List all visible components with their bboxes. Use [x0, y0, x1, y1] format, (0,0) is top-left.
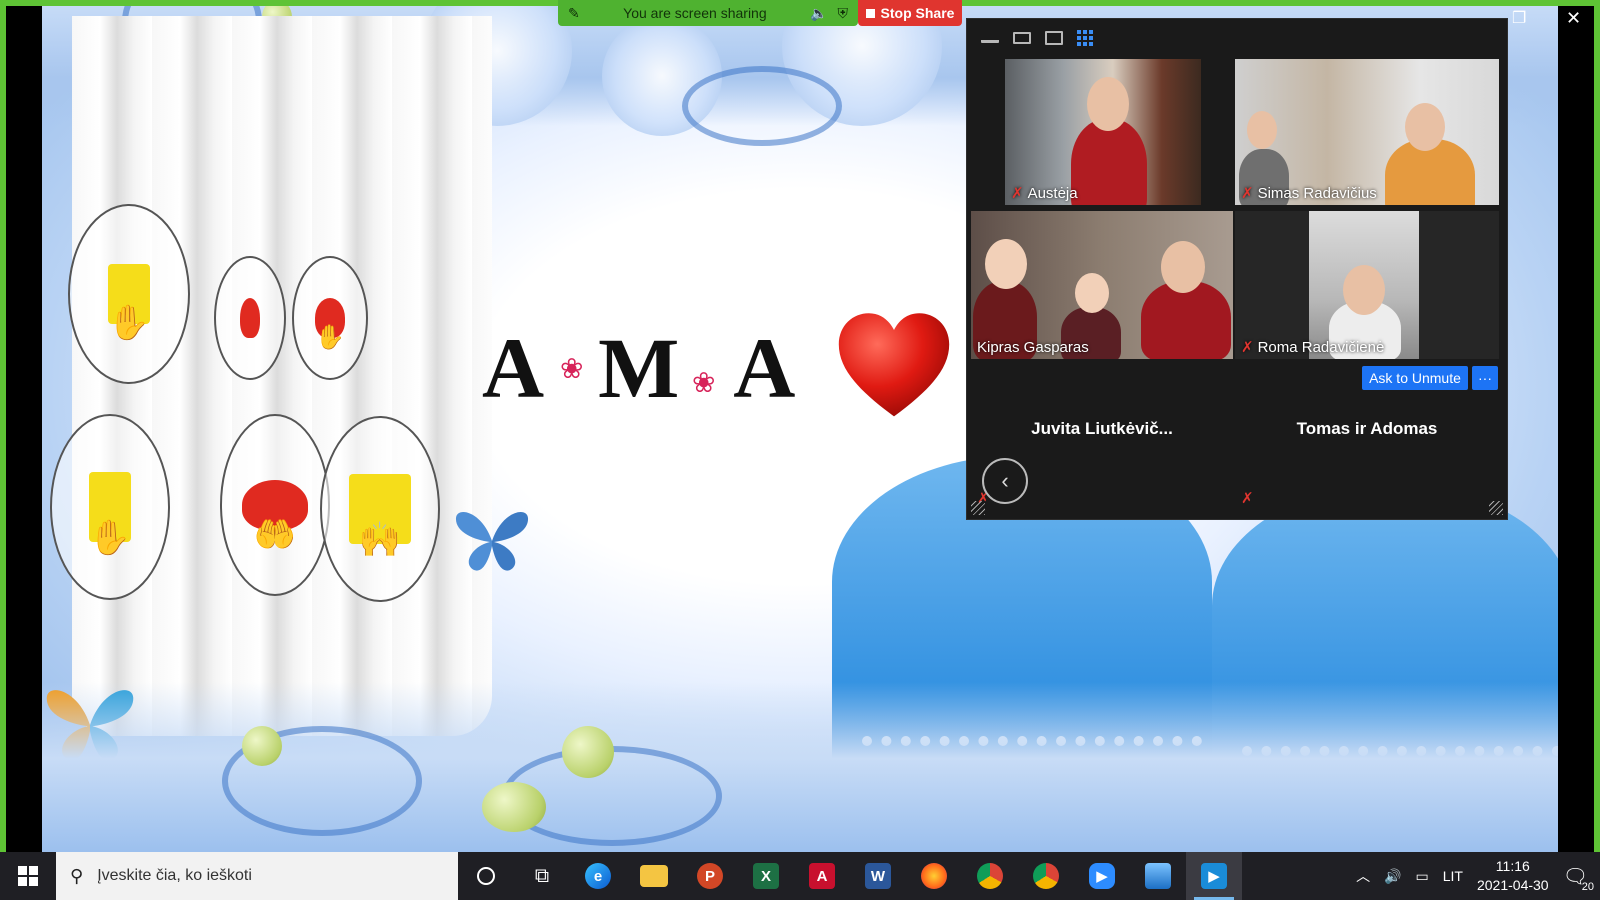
photos-icon[interactable] [1130, 852, 1186, 900]
participant-name: Juvita Liutkėvič... [1031, 419, 1173, 438]
zoom-icon[interactable]: ▶ [1074, 852, 1130, 900]
stop-share-button[interactable]: Stop Share [858, 0, 962, 26]
participant-name: ✗ Austėja [1011, 184, 1078, 203]
task-view-icon[interactable]: ⧉ [514, 852, 570, 900]
powerpoint-icon[interactable]: P [682, 852, 738, 900]
edge-icon[interactable]: e [570, 852, 626, 900]
chrome-icon[interactable] [962, 852, 1018, 900]
clock[interactable]: 11:16 2021-04-30 [1477, 857, 1549, 895]
speaker-view-icon[interactable] [1013, 32, 1031, 44]
resize-handle[interactable] [971, 501, 985, 515]
chevron-left-icon: ‹ [1001, 468, 1009, 493]
search-placeholder: Įveskite čia, ko ieškoti [97, 867, 252, 884]
search-icon: ⚲ [70, 865, 84, 886]
participant-body [1071, 119, 1147, 205]
word-icon[interactable]: W [850, 852, 906, 900]
windows-taskbar: ⚲ Įveskite čia, ko ieškoti ⧉ e P X A W ▶… [0, 852, 1600, 900]
mic-muted-icon: ✗ [1241, 185, 1254, 202]
participant-name: Tomas ir Adomas [1296, 419, 1438, 438]
participant-face [1087, 77, 1129, 131]
more-options-button[interactable]: ··· [1472, 366, 1498, 390]
excel-icon[interactable]: X [738, 852, 794, 900]
file-explorer-icon[interactable] [626, 852, 682, 900]
windows-logo-icon [18, 866, 38, 886]
participant-tile[interactable]: ✗ Austėja [1005, 59, 1201, 205]
participant-name: Kipras Gasparas [977, 339, 1089, 356]
language-indicator[interactable]: LIT [1443, 868, 1463, 884]
participant-tile[interactable]: ✗ Simas Radavičius [1235, 59, 1499, 205]
firefox-icon[interactable] [906, 852, 962, 900]
ask-to-unmute-button[interactable]: Ask to Unmute [1362, 366, 1468, 390]
minimize-video-icon[interactable] [981, 33, 999, 43]
participant-name: ✗ Roma Radavičienė [1241, 338, 1385, 357]
participant-face [1075, 273, 1109, 313]
participant-tile[interactable]: Kipras Gasparas [971, 211, 1233, 359]
start-button[interactable] [0, 852, 56, 900]
gallery-view-icon[interactable] [1077, 30, 1093, 46]
cortana-icon[interactable] [458, 852, 514, 900]
speaker-icon[interactable]: 🔈 [810, 5, 827, 22]
volume-icon[interactable]: 🔊 [1384, 868, 1401, 885]
drag-handle-icon[interactable]: ✎ [568, 5, 580, 22]
previous-page-button[interactable]: ‹ [982, 458, 1028, 504]
sharing-status: You are screen sharing [623, 5, 767, 21]
chevron-up-icon[interactable]: ︿ [1356, 866, 1370, 886]
mic-muted-icon: ✗ [1241, 339, 1254, 356]
gallery-view-toolbar [967, 19, 1507, 57]
stop-icon [865, 8, 875, 18]
chrome-icon[interactable] [1018, 852, 1074, 900]
taskbar-search[interactable]: ⚲ Įveskite čia, ko ieškoti [56, 852, 458, 900]
participant-face [1343, 265, 1385, 315]
participant-face [1161, 241, 1205, 293]
acrobat-icon[interactable]: A [794, 852, 850, 900]
restore-window-icon[interactable]: ❐ [1512, 8, 1526, 28]
participant-tile[interactable]: ✗ Roma Radavičienė [1235, 211, 1499, 359]
participant-face [1247, 111, 1277, 149]
system-tray: ︿ 🔊 ▭ LIT 11:16 2021-04-30 🗨 20 [1356, 852, 1600, 900]
participant-name: ✗ Simas Radavičius [1241, 184, 1377, 203]
screen-sharing-bar[interactable]: ✎ You are screen sharing 🔈 ⛨ [558, 0, 858, 26]
stop-share-label: Stop Share [880, 5, 955, 21]
mic-muted-icon: ✗ [1241, 490, 1254, 507]
shield-icon[interactable]: ⛨ [837, 5, 848, 22]
clock-time: 11:16 [1495, 858, 1530, 874]
clock-date: 2021-04-30 [1476, 877, 1549, 893]
battery-icon[interactable]: ▭ [1416, 868, 1429, 885]
resize-handle[interactable] [1489, 501, 1503, 515]
notification-icon[interactable]: 🗨 20 [1563, 864, 1594, 893]
participant-face [985, 239, 1027, 289]
participant-face [1405, 103, 1445, 151]
media-player-icon[interactable]: ▶ [1186, 852, 1242, 900]
zoom-gallery-window: ✗ Austėja ✗ Simas Radavičius Kipras Gaspar… [966, 18, 1508, 520]
close-icon[interactable]: ✕ [1566, 8, 1581, 29]
mic-muted-icon: ✗ [1011, 185, 1024, 202]
notification-count: 20 [1581, 880, 1594, 893]
strip-view-icon[interactable] [1045, 31, 1063, 45]
